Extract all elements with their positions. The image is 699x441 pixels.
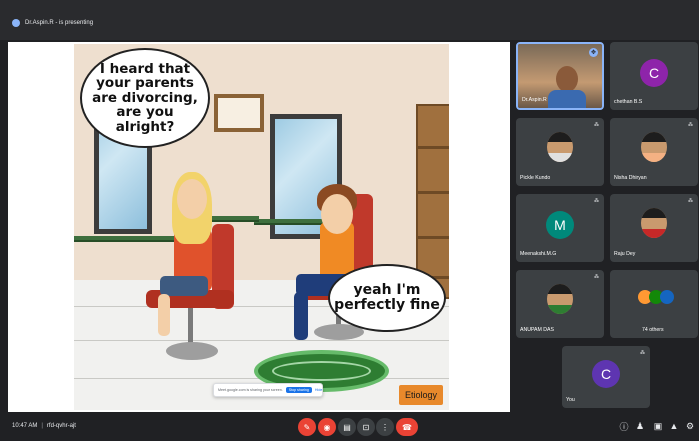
participant-tile-others[interactable]: 74 others (610, 270, 698, 338)
mic-muted-icon: ⁂ (688, 122, 693, 128)
avatar (547, 284, 573, 314)
participant-name: chethan B.S (614, 99, 643, 105)
separator: | (41, 423, 43, 429)
avatar: C (640, 59, 668, 87)
presenter-indicator: Dr.Aspin.R - is presenting (12, 19, 93, 27)
participant-tile[interactable]: ⁂ Pickle Kundo (516, 118, 604, 186)
mic-muted-icon: ⁂ (594, 274, 599, 280)
mic-muted-icon: ⁂ (594, 122, 599, 128)
others-avatars (638, 286, 674, 308)
boy-head (321, 194, 353, 234)
mic-muted-icon: ⁂ (594, 198, 599, 204)
stop-sharing-button[interactable]: Stop sharing (285, 387, 312, 393)
floor-line (74, 340, 449, 341)
people-icon[interactable]: ♟ (634, 420, 646, 432)
presenter-text: Dr.Aspin.R - is presenting (25, 20, 94, 26)
present-icon[interactable]: ⊡ (357, 418, 375, 436)
activities-icon[interactable]: ▲ (668, 420, 680, 432)
meeting-code: rfd-qvhr-ajt (46, 423, 76, 429)
hide-button[interactable]: Hide (315, 388, 322, 392)
avatar: M (546, 211, 574, 239)
participant-name: Meenakshi.M.G (520, 251, 557, 257)
clock-time: 10:47 AM (12, 423, 38, 429)
avatar (641, 208, 667, 238)
participant-tile[interactable]: ⁂ ANUPAM DAS (516, 270, 604, 338)
host-video (556, 66, 578, 92)
participant-name: Nisha Dhiryan (614, 175, 647, 181)
screen-share-bar: Meet.google.com is sharing your screen. … (213, 383, 323, 397)
bottom-bar: 10:47 AM | rfd-qvhr-ajt ✎ ◉ ▤ ⊡ ⋮ ☎ ⓘ ♟ … (0, 414, 699, 441)
participant-tile[interactable]: ⁂ Nisha Dhiryan (610, 118, 698, 186)
participant-tile-self[interactable]: ⁂ C You (562, 346, 650, 408)
girl-head (177, 179, 207, 219)
boy-shin (294, 292, 308, 340)
girl-shin (158, 294, 170, 336)
presentation-stage: I heard that your parents are divorcing,… (8, 42, 510, 412)
participant-name: ANUPAM DAS (520, 327, 554, 333)
camera-off-icon[interactable]: ◉ (318, 418, 336, 436)
pin-icon[interactable]: ✥ (589, 48, 598, 57)
share-message: Meet.google.com is sharing your screen. (218, 388, 283, 392)
host-controls-icon[interactable]: ⚙ (684, 420, 696, 432)
girl-legs (160, 276, 208, 296)
hang-up-icon[interactable]: ☎ (396, 418, 418, 436)
chair-girl-base (166, 342, 218, 360)
avatar (641, 132, 667, 162)
more-icon[interactable]: ⋮ (376, 418, 394, 436)
presenter-icon (12, 19, 20, 27)
meeting-info: 10:47 AM | rfd-qvhr-ajt (12, 423, 76, 429)
chat-icon[interactable]: ▣ (652, 420, 664, 432)
top-bar: Dr.Aspin.R - is presenting (0, 0, 699, 40)
participant-tile[interactable]: ⁂ Raju Dey (610, 194, 698, 262)
participant-tile[interactable]: C chethan B.S (610, 42, 698, 110)
participant-name: You (566, 397, 575, 403)
info-icon[interactable]: ⓘ (618, 420, 630, 432)
avatar: C (592, 360, 620, 388)
mic-muted-icon: ⁂ (688, 198, 693, 204)
avatar (547, 132, 573, 162)
captions-icon[interactable]: ▤ (338, 418, 356, 436)
mic-off-icon[interactable]: ✎ (298, 418, 316, 436)
participant-name: Raju Dey (614, 251, 636, 257)
others-count: 74 others (642, 327, 664, 333)
picture-frame (214, 94, 264, 132)
participant-name: Dr.Aspin.R (522, 97, 547, 103)
participant-tile[interactable]: ⁂ M Meenakshi.M.G (516, 194, 604, 262)
slide-comic: I heard that your parents are divorcing,… (74, 44, 449, 410)
etiology-tag: Etiology (399, 385, 443, 405)
participant-name: Pickle Kundo (520, 175, 551, 181)
speech-bubble-boy: yeah I'm perfectly fine (328, 264, 446, 332)
mic-muted-icon: ⁂ (640, 350, 645, 356)
speech-bubble-girl: I heard that your parents are divorcing,… (80, 48, 210, 148)
participant-grid: ✥ Dr.Aspin.R C chethan B.S ⁂ Pickle Kund… (514, 42, 699, 412)
participant-tile-host[interactable]: ✥ Dr.Aspin.R (516, 42, 604, 110)
